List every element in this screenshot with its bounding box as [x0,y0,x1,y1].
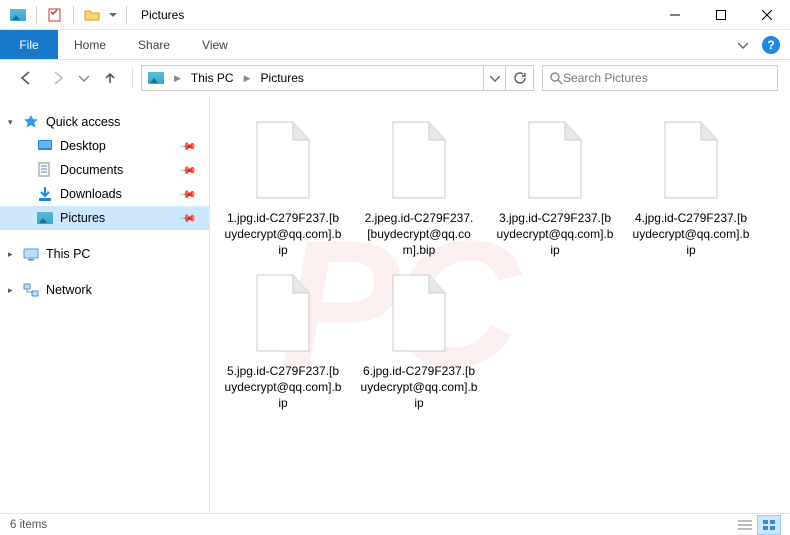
file-name-label: 3.jpg.id-C279F237.[buydecrypt@qq.com].bi… [496,210,614,259]
file-icon [244,114,322,206]
file-icon [380,267,458,359]
ribbon-expand-icon[interactable] [728,30,758,59]
sidebar-item-label: Documents [60,163,123,177]
content-area[interactable]: 1.jpg.id-C279F237.[buydecrypt@qq.com].bi… [210,96,790,513]
file-item[interactable]: 1.jpg.id-C279F237.[buydecrypt@qq.com].bi… [224,114,342,259]
large-icons-view-button[interactable] [758,516,780,534]
file-icon [380,114,458,206]
navigation-pane[interactable]: ▾ Quick access Desktop 📌 Documents 📌 Do [0,96,210,513]
file-icon [516,114,594,206]
star-icon [22,113,40,131]
back-button[interactable] [12,64,40,92]
up-button[interactable] [96,64,124,92]
tab-share[interactable]: Share [122,30,186,59]
file-item[interactable]: 2.jpeg.id-C279F237.[buydecrypt@qq.com].b… [360,114,478,259]
file-grid: 1.jpg.id-C279F237.[buydecrypt@qq.com].bi… [224,114,776,411]
file-icon [652,114,730,206]
recent-locations-button[interactable] [76,64,92,92]
chevron-right-icon[interactable]: ▸ [8,285,22,296]
details-view-button[interactable] [734,516,756,534]
ribbon: File Home Share View ? [0,30,790,60]
chevron-right-icon[interactable]: ▸ [8,249,22,260]
tree-this-pc[interactable]: ▸ This PC [0,242,209,266]
file-name-label: 2.jpeg.id-C279F237.[buydecrypt@qq.com].b… [360,210,478,259]
help-button[interactable]: ? [758,32,784,58]
tree-label: This PC [46,247,90,261]
search-input[interactable] [563,71,771,85]
address-dropdown-button[interactable] [483,66,505,90]
file-tab[interactable]: File [0,30,58,59]
address-bar[interactable]: ▶ This PC ▶ Pictures [141,65,534,91]
computer-icon [22,245,40,263]
tree-network[interactable]: ▸ Network [0,278,209,302]
status-item-count: 6 items [10,519,47,531]
breadcrumb-root-icon[interactable] [146,72,166,84]
pin-icon: 📌 [179,137,198,156]
maximize-button[interactable] [698,0,744,30]
help-icon: ? [762,36,780,54]
search-box[interactable] [542,65,778,91]
forward-button[interactable] [44,64,72,92]
minimize-button[interactable] [652,0,698,30]
file-item[interactable]: 4.jpg.id-C279F237.[buydecrypt@qq.com].bi… [632,114,750,259]
tab-home[interactable]: Home [58,30,122,59]
documents-icon [36,161,54,179]
qat-properties-icon[interactable] [43,4,67,26]
sidebar-item-label: Pictures [60,211,105,225]
file-item[interactable]: 5.jpg.id-C279F237.[buydecrypt@qq.com].bi… [224,267,342,412]
file-name-label: 1.jpg.id-C279F237.[buydecrypt@qq.com].bi… [224,210,342,259]
pictures-icon [36,209,54,227]
file-name-label: 5.jpg.id-C279F237.[buydecrypt@qq.com].bi… [224,363,342,412]
window-title: Pictures [141,8,184,22]
tree-label: Network [46,283,92,297]
close-button[interactable] [744,0,790,30]
file-name-label: 4.jpg.id-C279F237.[buydecrypt@qq.com].bi… [632,210,750,259]
network-icon [22,281,40,299]
qat-folder-icon[interactable] [80,4,104,26]
sidebar-item-pictures[interactable]: Pictures 📌 [0,206,209,230]
status-bar: 6 items [0,513,790,535]
quick-access-toolbar [6,4,131,26]
downloads-icon [36,185,54,203]
chevron-down-icon[interactable]: ▾ [8,117,22,128]
pin-icon: 📌 [179,209,198,228]
breadcrumb-label: This PC [191,71,234,85]
tab-view[interactable]: View [186,30,244,59]
breadcrumb-this-pc[interactable]: This PC [189,71,236,85]
pin-icon: 📌 [179,161,198,180]
file-name-label: 6.jpg.id-C279F237.[buydecrypt@qq.com].bi… [360,363,478,412]
refresh-button[interactable] [505,66,533,90]
breadcrumb-pictures[interactable]: Pictures [259,71,306,85]
tree-quick-access[interactable]: ▾ Quick access [0,110,209,134]
breadcrumb-label: Pictures [261,71,304,85]
titlebar: Pictures [0,0,790,30]
file-item[interactable]: 3.jpg.id-C279F237.[buydecrypt@qq.com].bi… [496,114,614,259]
app-icon[interactable] [6,4,30,26]
sidebar-item-label: Downloads [60,187,122,201]
tree-label: Quick access [46,115,120,129]
file-icon [244,267,322,359]
pin-icon: 📌 [179,185,198,204]
sidebar-item-label: Desktop [60,139,106,153]
navigation-bar: ▶ This PC ▶ Pictures [0,60,790,96]
desktop-icon [36,137,54,155]
chevron-right-icon[interactable]: ▶ [174,73,181,84]
search-icon [549,71,563,85]
sidebar-item-documents[interactable]: Documents 📌 [0,158,209,182]
sidebar-item-downloads[interactable]: Downloads 📌 [0,182,209,206]
chevron-right-icon[interactable]: ▶ [244,73,251,84]
qat-dropdown-icon[interactable] [106,4,120,26]
sidebar-item-desktop[interactable]: Desktop 📌 [0,134,209,158]
file-item[interactable]: 6.jpg.id-C279F237.[buydecrypt@qq.com].bi… [360,267,478,412]
